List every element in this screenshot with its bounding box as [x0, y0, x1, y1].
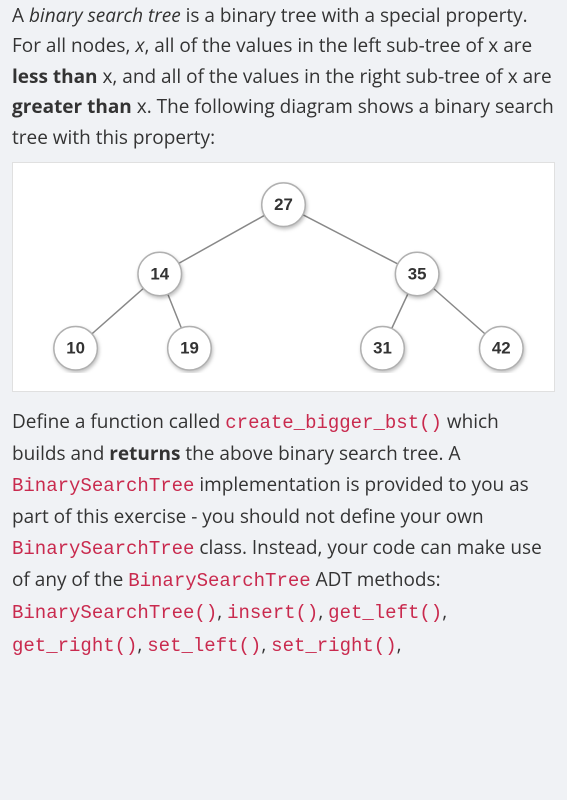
text: , [261, 631, 271, 657]
code-method: set_left() [147, 635, 261, 657]
code-binarysearchtree: BinarySearchTree [12, 475, 194, 497]
tree-node-label: 31 [373, 339, 392, 358]
text: ADT methods: [311, 566, 441, 592]
text: , [442, 598, 447, 624]
code-method: get_left() [328, 602, 442, 624]
code-create-bigger-bst: create_bigger_bst() [225, 412, 442, 434]
text: , [397, 631, 402, 657]
emphasis-less-than: less than [12, 63, 98, 89]
instructions-paragraph: Define a function called create_bigger_b… [12, 406, 555, 661]
term-binary-search-tree: binary search tree [29, 2, 181, 28]
tree-node-label: 42 [492, 339, 511, 358]
text: Define a function called [12, 408, 225, 434]
code-method: BinarySearchTree() [12, 602, 217, 624]
text: , [137, 631, 147, 657]
text: , all of the values in the left sub-tree… [144, 32, 532, 58]
code-method: get_right() [12, 635, 137, 657]
text: , [217, 598, 227, 624]
tree-node-label: 19 [180, 339, 199, 358]
text: x, and all of the values in the right su… [98, 63, 552, 89]
tree-node-label: 10 [66, 339, 85, 358]
text: A [12, 2, 29, 28]
text: the above binary search tree. A [180, 440, 460, 466]
code-binarysearchtree: BinarySearchTree [128, 570, 310, 592]
code-method: set_right() [271, 635, 396, 657]
tree-node-label: 27 [274, 195, 293, 214]
code-binarysearchtree: BinarySearchTree [12, 538, 194, 560]
bst-diagram: 27 14 35 10 19 31 42 [12, 162, 555, 392]
emphasis-returns: returns [109, 440, 180, 466]
tree-node-label: 35 [408, 264, 427, 283]
tree-svg: 27 14 35 10 19 31 42 [23, 175, 544, 373]
code-method: insert() [227, 602, 318, 624]
tree-node-label: 14 [150, 264, 169, 283]
emphasis-greater-than: greater than [12, 93, 132, 119]
edge [284, 205, 418, 274]
text: , [318, 598, 328, 624]
intro-paragraph: A binary search tree is a binary tree wi… [12, 0, 555, 152]
